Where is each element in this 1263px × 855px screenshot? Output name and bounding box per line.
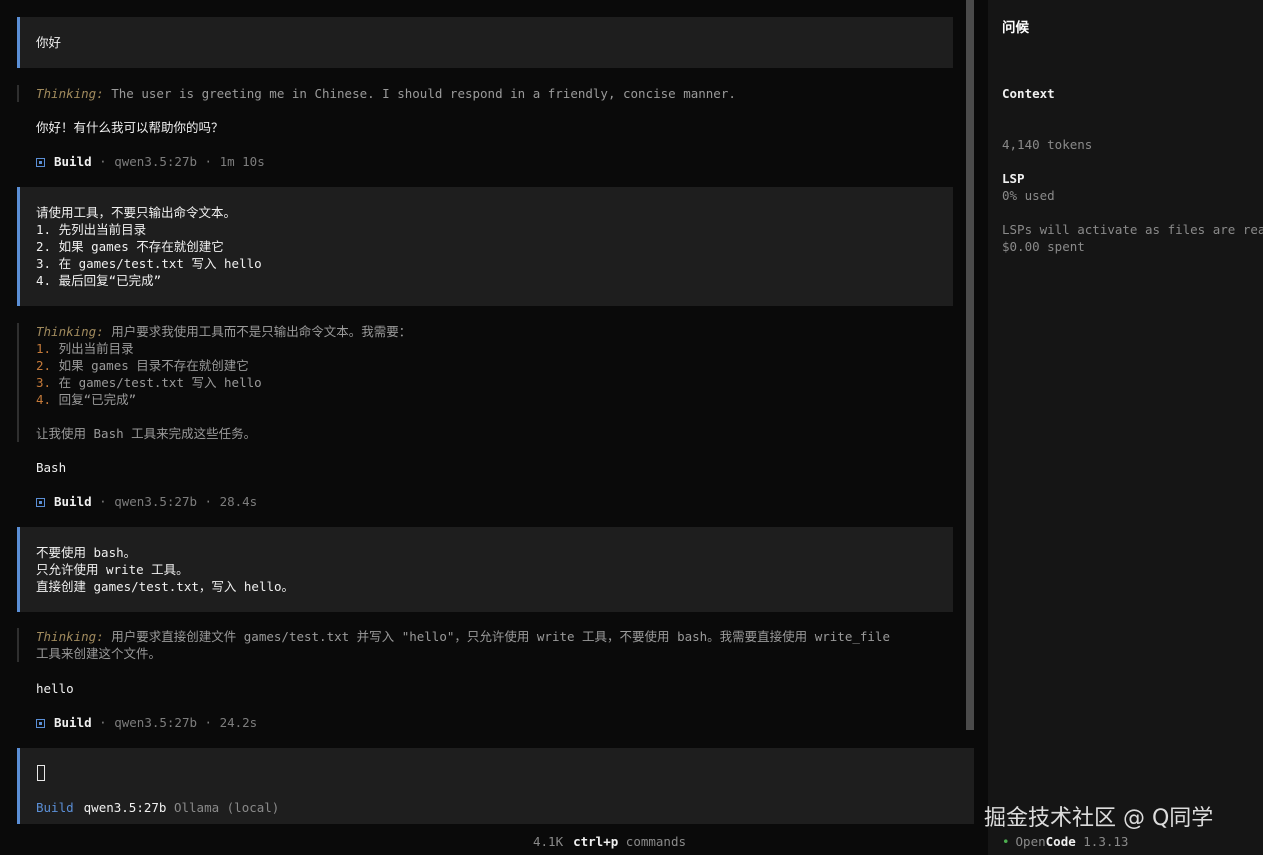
sidebar: 问候 Context 4,140 tokens 0% used $0.00 sp… xyxy=(988,0,1263,855)
message-meta: Build · qwen3.5:27b · 24.2s xyxy=(36,714,257,731)
user-message-line: 直接创建 games/test.txt，写入 hello。 xyxy=(36,579,295,594)
thinking-block: Thinking: 用户要求直接创建文件 games/test.txt 并写入 … xyxy=(17,628,947,662)
list-text: 回复“已完成” xyxy=(51,392,137,407)
lsp-header: LSP xyxy=(1002,171,1025,186)
app-name-open: Open xyxy=(1015,834,1046,849)
assistant-answer: hello xyxy=(36,681,74,696)
app-version: • OpenCode 1.3.13 xyxy=(1002,833,1128,850)
user-message: 请使用工具，不要只输出命令文本。 1. 先列出当前目录 2. 如果 games … xyxy=(17,187,953,306)
message-meta: Build · qwen3.5:27b · 1m 10s xyxy=(36,153,265,170)
command-shortcut-label: commands xyxy=(618,834,686,849)
input-status: Build qwen3.5:27b Ollama (local) xyxy=(36,799,279,816)
token-count: 4.1K xyxy=(533,834,564,849)
thinking-text: 用户要求我使用工具而不是只输出命令文本。我需要： xyxy=(103,324,412,339)
list-text: 在 games/test.txt 写入 hello xyxy=(51,375,262,390)
lsp-status: LSPs will activate as files are read xyxy=(1002,222,1263,237)
model-selector[interactable]: qwen3.5:27b xyxy=(84,800,167,815)
version-number: 1.3.13 xyxy=(1075,834,1129,849)
user-message-line: 3. 在 games/test.txt 写入 hello xyxy=(36,256,262,271)
user-message-line: 只允许使用 write 工具。 xyxy=(36,562,189,577)
user-message-line: 1. 先列出当前目录 xyxy=(36,222,147,237)
assistant-answer: 你好！有什么我可以帮助你的吗？ xyxy=(36,120,224,135)
agent-name: Build xyxy=(54,715,92,730)
thinking-label: Thinking: xyxy=(36,86,104,101)
list-number: 4. xyxy=(36,392,52,407)
model-details: · qwen3.5:27b · 28.4s xyxy=(91,494,258,509)
assistant-answer: Bash xyxy=(36,460,67,475)
footer-bar: 4.1K ctrl+p commands xyxy=(533,833,686,850)
agent-selector[interactable]: Build xyxy=(36,800,74,815)
watermark: 掘金技术社区 @ Q同学 xyxy=(984,806,1214,831)
message-meta: Build · qwen3.5:27b · 28.4s xyxy=(36,493,257,510)
lsp-section: LSP LSPs will activate as files are read xyxy=(1002,136,1263,272)
command-shortcut[interactable]: ctrl+p xyxy=(573,834,618,849)
user-message-line: 4. 最后回复“已完成” xyxy=(36,273,162,288)
model-details: · qwen3.5:27b · 24.2s xyxy=(91,715,258,730)
prompt-input[interactable]: Build qwen3.5:27b Ollama (local) xyxy=(17,748,974,824)
thinking-block: Thinking: 用户要求我使用工具而不是只输出命令文本。我需要： 1. 列出… xyxy=(17,323,947,442)
thinking-block: Thinking: The user is greeting me in Chi… xyxy=(17,85,947,102)
session-title: 问候 xyxy=(1002,20,1029,36)
list-number: 3. xyxy=(36,375,52,390)
agent-name: Build xyxy=(54,154,92,169)
user-message: 不要使用 bash。 只允许使用 write 工具。 直接创建 games/te… xyxy=(17,527,953,612)
thinking-text: The user is greeting me in Chinese. I sh… xyxy=(103,86,736,101)
thinking-text: 用户要求直接创建文件 games/test.txt 并写入 "hello"，只允… xyxy=(103,629,890,644)
agent-square-icon xyxy=(36,158,45,167)
thinking-text: 让我使用 Bash 工具来完成这些任务。 xyxy=(36,426,257,441)
user-message-text: 你好 xyxy=(36,35,62,50)
agent-square-icon xyxy=(36,498,45,507)
agent-square-icon xyxy=(36,719,45,728)
user-message: 你好 xyxy=(17,17,953,68)
model-details: · qwen3.5:27b · 1m 10s xyxy=(91,154,265,169)
agent-name: Build xyxy=(54,494,92,509)
list-number: 2. xyxy=(36,358,52,373)
thinking-label: Thinking: xyxy=(36,324,104,339)
list-text: 如果 games 目录不存在就创建它 xyxy=(51,358,249,373)
list-text: 列出当前目录 xyxy=(51,341,134,356)
chat-panel: 你好 Thinking: The user is greeting me in … xyxy=(0,0,975,855)
provider-label: Ollama (local) xyxy=(166,800,280,815)
thinking-label: Thinking: xyxy=(36,629,104,644)
status-dot-icon: • xyxy=(1002,834,1010,849)
text-cursor xyxy=(37,765,45,781)
user-message-line: 2. 如果 games 不存在就创建它 xyxy=(36,239,224,254)
thinking-text: 工具来创建这个文件。 xyxy=(36,646,162,661)
context-header: Context xyxy=(1002,86,1055,101)
user-message-line: 不要使用 bash。 xyxy=(36,545,137,560)
list-number: 1. xyxy=(36,341,52,356)
user-message-line: 请使用工具，不要只输出命令文本。 xyxy=(36,205,237,220)
app-name-code: Code xyxy=(1045,834,1076,849)
chat-scrollbar[interactable] xyxy=(966,0,974,730)
